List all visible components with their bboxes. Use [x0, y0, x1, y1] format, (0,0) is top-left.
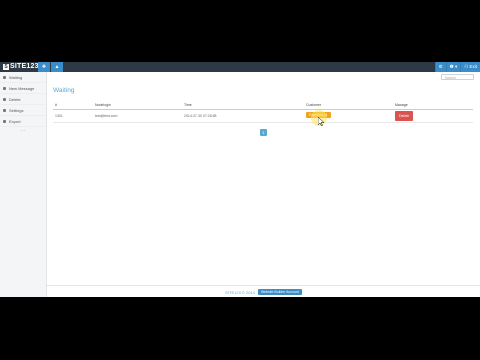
- row-id: 1301: [55, 114, 63, 118]
- sidebar: Waiting New Message Delete Settings Expo…: [0, 72, 47, 297]
- sidebar-item-export[interactable]: Export: [0, 116, 46, 127]
- app-window: S SITE123 ✚ ▲ ⚙ ❶ ▾ ⚇ Exit Waiting New M…: [0, 62, 480, 297]
- sidebar-item-new-message[interactable]: New Message: [0, 83, 46, 94]
- column-header-time[interactable]: Time: [184, 103, 192, 107]
- sidebar-item-label: Settings: [9, 107, 24, 113]
- exit-label: ⚇ Exit: [464, 64, 477, 69]
- upload-icon: ▲: [54, 64, 60, 70]
- footer: SITE123 © 2014 Website Builder Account: [47, 285, 480, 297]
- delete-button[interactable]: Delete: [395, 111, 413, 121]
- trash-icon: [3, 97, 6, 101]
- logo-text: SITE123: [10, 63, 39, 70]
- column-header-nodelogin[interactable]: Nodelogin: [95, 103, 111, 107]
- site-logo[interactable]: S SITE123: [3, 63, 39, 71]
- settings-button[interactable]: ⚙: [434, 62, 446, 72]
- pagination-page[interactable]: 1: [260, 129, 267, 136]
- inbox-icon: [3, 75, 6, 79]
- sidebar-more[interactable]: ...: [0, 127, 46, 133]
- exit-button[interactable]: ⚇ Exit: [460, 62, 480, 72]
- add-button[interactable]: ✚: [38, 62, 50, 72]
- table-header: # Nodelogin Time Customer Manage: [53, 101, 473, 110]
- plus-icon: ✚: [41, 64, 47, 70]
- main-content: Search Waiting # Nodelogin Time Customer…: [47, 72, 480, 297]
- mouse-cursor-icon: [318, 117, 325, 126]
- upload-button[interactable]: ▲: [51, 62, 63, 72]
- column-header-customer[interactable]: Customer: [306, 103, 321, 107]
- sidebar-item-label: New Message: [9, 85, 35, 91]
- notifications-dropdown[interactable]: ❶ ▾: [445, 62, 461, 72]
- export-icon: [3, 119, 6, 123]
- sidebar-item-label: Waiting: [9, 74, 23, 80]
- gear-icon: ⚙: [438, 64, 443, 69]
- row-time: 2014-07-30 07:26:58: [184, 114, 217, 118]
- search-input[interactable]: Search: [441, 74, 474, 80]
- top-navbar: S SITE123 ✚ ▲ ⚙ ❶ ▾ ⚇ Exit: [0, 62, 480, 72]
- sidebar-item-label: Export: [9, 118, 21, 124]
- footer-button[interactable]: Website Builder Account: [257, 289, 302, 295]
- sidebar-item-delete[interactable]: Delete: [0, 94, 46, 105]
- topbar-right-group: ⚙ ❶ ▾ ⚇ Exit: [434, 62, 480, 72]
- column-header-id[interactable]: #: [55, 103, 57, 107]
- gear-icon: [3, 108, 6, 112]
- table-row: 1301 test@test.com 2014-07-30 07:26:58 P…: [53, 110, 473, 123]
- pencil-icon: [3, 86, 6, 90]
- footer-text: SITE123 © 2014: [225, 289, 255, 295]
- logo-mark: S: [3, 63, 9, 70]
- page-title: Waiting: [53, 87, 75, 94]
- notification-icon: ❶ ▾: [449, 64, 458, 69]
- sidebar-item-waiting[interactable]: Waiting: [0, 72, 46, 83]
- column-header-manage: Manage: [395, 103, 408, 107]
- data-table: # Nodelogin Time Customer Manage 1301 te…: [53, 101, 473, 123]
- sidebar-item-label: Delete: [9, 96, 21, 102]
- row-nodelogin: test@test.com: [95, 114, 118, 118]
- sidebar-item-settings[interactable]: Settings: [0, 105, 46, 116]
